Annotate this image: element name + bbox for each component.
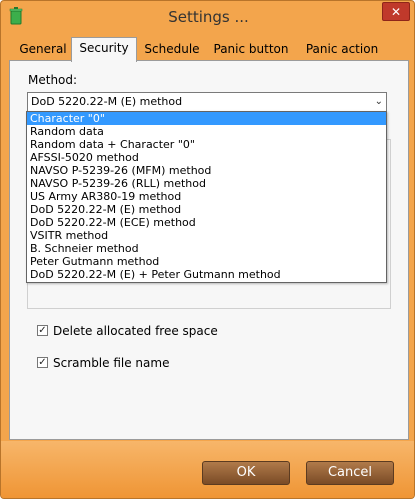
chevron-down-icon: ⌄ [374, 96, 383, 107]
method-label: Method: [28, 73, 78, 87]
title-bar: Settings ... ✕ [1, 1, 414, 35]
tab-schedule[interactable]: Schedule [139, 39, 205, 60]
window-title: Settings ... [168, 8, 249, 26]
ok-button[interactable]: OK [202, 461, 290, 485]
dropdown-option[interactable]: Character "0" [27, 112, 386, 125]
method-select-value: DoD 5220.22-M (E) method [31, 95, 183, 108]
close-button[interactable]: ✕ [382, 2, 410, 21]
dropdown-option[interactable]: DoD 5220.22-M (ECE) method [27, 216, 386, 229]
dialog-footer: OK Cancel [1, 441, 414, 498]
dropdown-option[interactable]: B. Schneier method [27, 242, 386, 255]
tab-general[interactable]: General [13, 39, 73, 60]
delete-free-space-label: Delete allocated free space [53, 324, 218, 338]
method-dropdown-list[interactable]: Character "0" Random data Random data + … [26, 111, 387, 283]
dropdown-option[interactable]: NAVSO P-5239-26 (MFM) method [27, 164, 386, 177]
tab-panic-button[interactable]: Panic button [207, 39, 295, 60]
method-select[interactable]: DoD 5220.22-M (E) method ⌄ [27, 92, 387, 112]
tab-security[interactable]: Security [71, 37, 137, 62]
dropdown-option[interactable]: NAVSO P-5239-26 (RLL) method [27, 177, 386, 190]
settings-window: Settings ... ✕ General Security Schedule… [0, 0, 415, 499]
tab-panic-action[interactable]: Panic action [295, 39, 389, 60]
delete-free-space-checkbox[interactable]: ✓ [37, 325, 48, 336]
scramble-name-checkbox[interactable]: ✓ [37, 357, 48, 368]
cancel-button[interactable]: Cancel [306, 461, 394, 485]
dropdown-option[interactable]: Peter Gutmann method [27, 255, 386, 268]
dropdown-option[interactable]: Random data + Character "0" [27, 138, 386, 151]
dropdown-option[interactable]: DoD 5220.22-M (E) + Peter Gutmann method [27, 268, 386, 281]
dropdown-option[interactable]: Random data [27, 125, 386, 138]
scramble-name-label: Scramble file name [53, 356, 170, 370]
dropdown-option[interactable]: DoD 5220.22-M (E) method [27, 203, 386, 216]
dropdown-option[interactable]: AFSSI-5020 method [27, 151, 386, 164]
tab-strip: General Security Schedule Panic button P… [9, 37, 409, 62]
dropdown-option[interactable]: VSITR method [27, 229, 386, 242]
dropdown-option[interactable]: US Army AR380-19 method [27, 190, 386, 203]
